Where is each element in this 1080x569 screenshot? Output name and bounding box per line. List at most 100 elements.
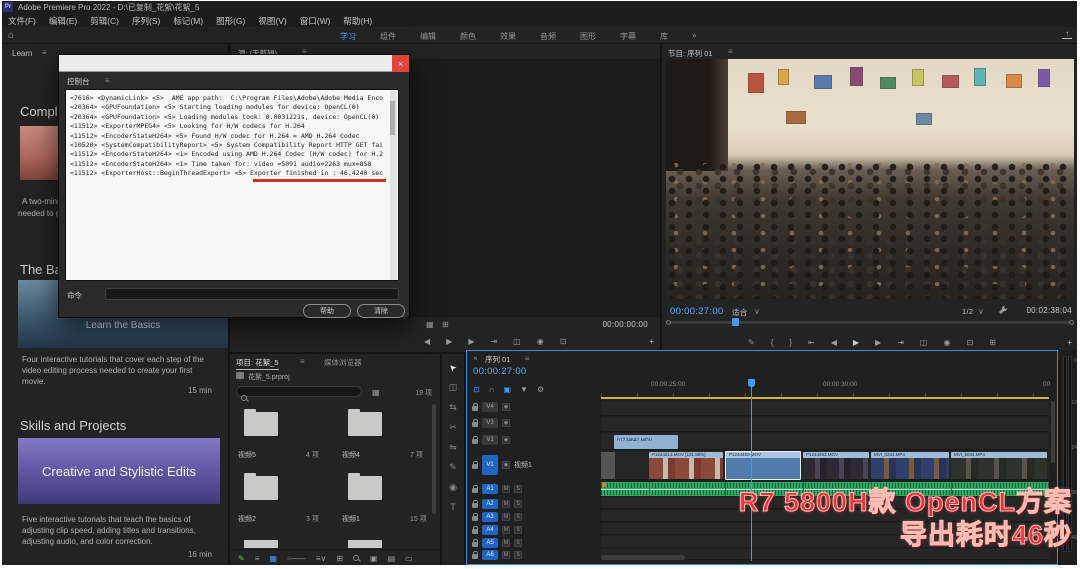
playback-resolution-dropdown[interactable]: 1/2	[962, 307, 973, 316]
automate-sequence-icon[interactable]: ⊞	[336, 555, 343, 563]
timeline-clip-selected[interactable]: P1244450.MOV	[725, 451, 801, 480]
timeline-hscrollbar[interactable]	[601, 555, 685, 560]
track-badge[interactable]: V2	[482, 435, 498, 445]
eye-icon[interactable]: ◉	[502, 436, 510, 444]
mute-toggle[interactable]: M	[502, 513, 510, 521]
step-back-icon[interactable]: ◀	[424, 337, 430, 346]
lock-icon[interactable]	[472, 554, 478, 559]
workspace-tab-color[interactable]: 颜色	[460, 31, 476, 42]
panel-menu-icon[interactable]: ≡	[42, 48, 47, 57]
solo-toggle[interactable]: S	[514, 500, 522, 508]
selection-tool[interactable]: ➤	[446, 361, 459, 374]
scrubber-right-handle[interactable]	[1069, 320, 1074, 325]
mute-toggle[interactable]: M	[502, 526, 510, 534]
snap-icon[interactable]: ∩	[489, 385, 495, 394]
list-view-icon[interactable]: ≡	[255, 555, 260, 563]
track-badge-targeted[interactable]: A1	[482, 484, 498, 494]
lock-icon[interactable]	[472, 439, 478, 444]
sort-icons-icon[interactable]: ≡∨	[316, 555, 327, 563]
workspace-tab-audio[interactable]: 音频	[540, 31, 556, 42]
panel-menu-icon[interactable]: ≡	[728, 47, 733, 56]
lock-icon[interactable]	[472, 422, 478, 427]
timeline-timecode[interactable]: 00:00:27:00	[473, 366, 527, 377]
eye-icon[interactable]: ◉	[502, 403, 510, 411]
bin-name[interactable]: 视频1	[342, 514, 360, 524]
lock-icon[interactable]	[472, 488, 478, 493]
bin-item[interactable]	[244, 476, 278, 500]
solo-toggle[interactable]: S	[514, 551, 522, 559]
add-marker-icon[interactable]: ✎	[748, 338, 755, 347]
track-name[interactable]: 视频1	[514, 460, 532, 470]
trash-icon[interactable]: ▭	[405, 555, 413, 563]
panel-menu-icon[interactable]: ≡	[300, 357, 305, 366]
scrubber-left-handle[interactable]	[666, 320, 671, 325]
lock-icon[interactable]	[472, 464, 478, 469]
goto-in-icon[interactable]: ⇤	[808, 338, 815, 347]
tutorial-thumbnail-surfer[interactable]	[20, 126, 58, 180]
workspace-tab-effects[interactable]: 效果	[500, 31, 516, 42]
panel-menu-icon[interactable]: ≡	[525, 354, 530, 363]
chevron-down-icon[interactable]: ∨	[978, 307, 984, 316]
timeline-vscrollbar[interactable]	[1051, 401, 1055, 463]
lock-icon[interactable]	[472, 503, 478, 508]
pen-tool[interactable]: ✎	[449, 462, 457, 473]
close-icon[interactable]: ×	[392, 55, 409, 72]
lock-icon[interactable]	[472, 542, 478, 547]
settings-icon[interactable]: ▦	[426, 320, 434, 329]
bin-item-partial[interactable]	[348, 540, 382, 548]
help-button[interactable]: 帮助	[303, 304, 351, 318]
menu-graphics[interactable]: 图形(G)	[216, 15, 245, 27]
bin-name[interactable]: 视频4	[342, 450, 360, 460]
bin-name[interactable]: 视频2	[238, 514, 256, 524]
workspace-tab-libraries[interactable]: 库	[660, 31, 668, 42]
home-icon[interactable]: ⌂	[8, 30, 14, 41]
menu-sequence[interactable]: 序列(S)	[132, 15, 160, 27]
razor-tool[interactable]: ✂	[449, 422, 457, 433]
project-scrollbar[interactable]	[432, 404, 436, 514]
track-badge-targeted[interactable]: A4	[482, 525, 498, 535]
track-select-tool[interactable]: ◫	[449, 382, 458, 393]
bin-item-partial[interactable]	[244, 540, 278, 548]
slip-tool[interactable]: ⇋	[449, 442, 457, 453]
icon-view-icon[interactable]: ▦	[269, 555, 277, 563]
linked-selection-icon[interactable]: ▣	[503, 385, 511, 394]
timeline-clip-v2[interactable]: 01224647.MOV	[614, 435, 678, 449]
ripple-edit-tool[interactable]: ⇆	[449, 402, 457, 413]
track-badge-targeted[interactable]: A3	[482, 512, 498, 522]
close-icon[interactable]: ×	[473, 354, 478, 363]
program-timecode[interactable]: 00:00:27:00	[670, 306, 724, 317]
panel-menu-icon[interactable]: ≡	[105, 76, 110, 85]
program-playhead[interactable]	[732, 318, 739, 326]
zoom-level-dropdown[interactable]: 适合	[732, 307, 748, 318]
writable-pencil-icon[interactable]: ✎	[238, 555, 245, 563]
bin-item[interactable]	[348, 412, 382, 436]
zoom-slider[interactable]: ◦——	[287, 555, 306, 563]
filter-bin-icon[interactable]: ▦	[372, 388, 380, 397]
export-frame-icon[interactable]: ⊡	[560, 337, 567, 346]
menu-view[interactable]: 视图(V)	[258, 15, 286, 27]
solo-toggle[interactable]: S	[514, 526, 522, 534]
command-input[interactable]	[105, 288, 399, 300]
new-bin-icon[interactable]: ▣	[370, 555, 378, 563]
mark-out-icon[interactable]: }	[789, 338, 792, 347]
search-input[interactable]	[236, 386, 362, 397]
sequence-tab[interactable]: 序列 01	[485, 354, 510, 365]
goto-out-icon[interactable]: ⇥	[897, 338, 904, 347]
bin-name[interactable]: 视频5	[238, 450, 256, 460]
track-badge[interactable]: V3	[482, 418, 498, 428]
program-scrubber[interactable]	[670, 321, 1070, 324]
eye-icon[interactable]: ◉	[502, 461, 510, 469]
track-v4-content[interactable]	[601, 401, 1049, 416]
eye-icon[interactable]: ◉	[502, 419, 510, 427]
mute-toggle[interactable]: M	[502, 551, 510, 559]
log-scrollbar[interactable]	[390, 91, 397, 281]
track-badge-targeted[interactable]: A5	[482, 538, 498, 548]
hand-tool[interactable]: ◉	[449, 482, 457, 493]
step-forward-icon[interactable]: ▶	[875, 338, 881, 347]
playhead-grip[interactable]	[748, 379, 755, 387]
mute-toggle[interactable]: M	[502, 539, 510, 547]
resolution-icon[interactable]: ⊞	[442, 320, 449, 329]
menu-window[interactable]: 窗口(W)	[300, 15, 331, 27]
menu-file[interactable]: 文件(F)	[8, 15, 36, 27]
console-tab[interactable]: 控制台	[67, 76, 90, 87]
